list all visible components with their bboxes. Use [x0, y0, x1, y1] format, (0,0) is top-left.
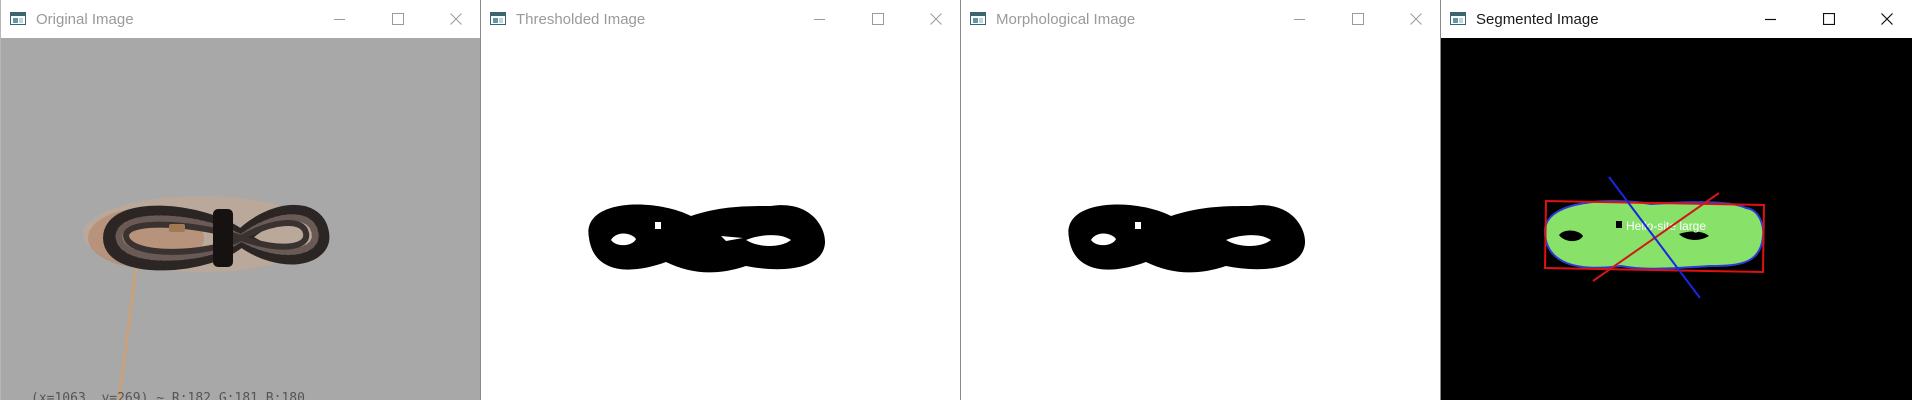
- app-window-icon: [490, 12, 506, 25]
- maximize-button[interactable]: [855, 4, 901, 34]
- close-button[interactable]: [433, 4, 479, 34]
- minimize-icon: [334, 19, 345, 20]
- maximize-icon: [1823, 13, 1835, 25]
- image-canvas[interactable]: [481, 38, 961, 400]
- close-button[interactable]: [913, 4, 959, 34]
- window-thresholded-image[interactable]: Thresholded Image: [480, 0, 961, 400]
- window-title: Segmented Image: [1476, 11, 1599, 28]
- minimize-button[interactable]: [317, 4, 363, 34]
- maximize-button[interactable]: [1806, 4, 1852, 34]
- title-bar[interactable]: Segmented Image: [1441, 0, 1912, 38]
- app-window-icon: [1450, 12, 1466, 25]
- minimize-icon: [1294, 19, 1305, 20]
- window-title: Morphological Image: [996, 11, 1136, 28]
- thresholded-mask: [588, 204, 826, 273]
- image-canvas[interactable]: Hello-site large: [1441, 38, 1912, 400]
- maximize-icon: [1352, 13, 1364, 25]
- window-morphological-image[interactable]: Morphological Image: [960, 0, 1441, 400]
- window-segmented-image[interactable]: Segmented Image Hello-site large: [1440, 0, 1912, 400]
- window-title: Thresholded Image: [516, 11, 646, 28]
- maximize-icon: [872, 13, 884, 25]
- close-icon: [450, 13, 462, 25]
- close-icon: [1410, 13, 1422, 25]
- segmented-overlay: Hello-site large: [1543, 176, 1766, 299]
- original-photo: [83, 196, 330, 400]
- minimize-icon: [1765, 18, 1776, 21]
- title-bar[interactable]: Original Image: [1, 0, 481, 38]
- minimize-icon: [814, 19, 825, 20]
- minimize-button[interactable]: [797, 4, 843, 34]
- status-text: (x=1063, y=269) ~ R:182 G:181 B:180: [31, 391, 305, 400]
- minimize-button[interactable]: [1277, 4, 1323, 34]
- window-title: Original Image: [36, 11, 134, 28]
- app-window-icon: [970, 12, 986, 25]
- window-original-image[interactable]: Original Image (x=1063, y=269) ~ R:182 G…: [0, 0, 481, 400]
- title-bar[interactable]: Thresholded Image: [481, 0, 961, 38]
- close-button[interactable]: [1393, 4, 1439, 34]
- close-icon: [1881, 13, 1893, 25]
- maximize-button[interactable]: [375, 4, 421, 34]
- close-icon: [930, 13, 942, 25]
- morphological-mask: [1068, 204, 1306, 273]
- app-window-icon: [10, 12, 26, 25]
- close-button[interactable]: [1864, 4, 1910, 34]
- title-bar[interactable]: Morphological Image: [961, 0, 1441, 38]
- image-canvas[interactable]: [961, 38, 1441, 400]
- maximize-icon: [392, 13, 404, 25]
- minimize-button[interactable]: [1748, 4, 1794, 34]
- image-canvas[interactable]: (x=1063, y=269) ~ R:182 G:181 B:180: [1, 38, 481, 400]
- maximize-button[interactable]: [1335, 4, 1381, 34]
